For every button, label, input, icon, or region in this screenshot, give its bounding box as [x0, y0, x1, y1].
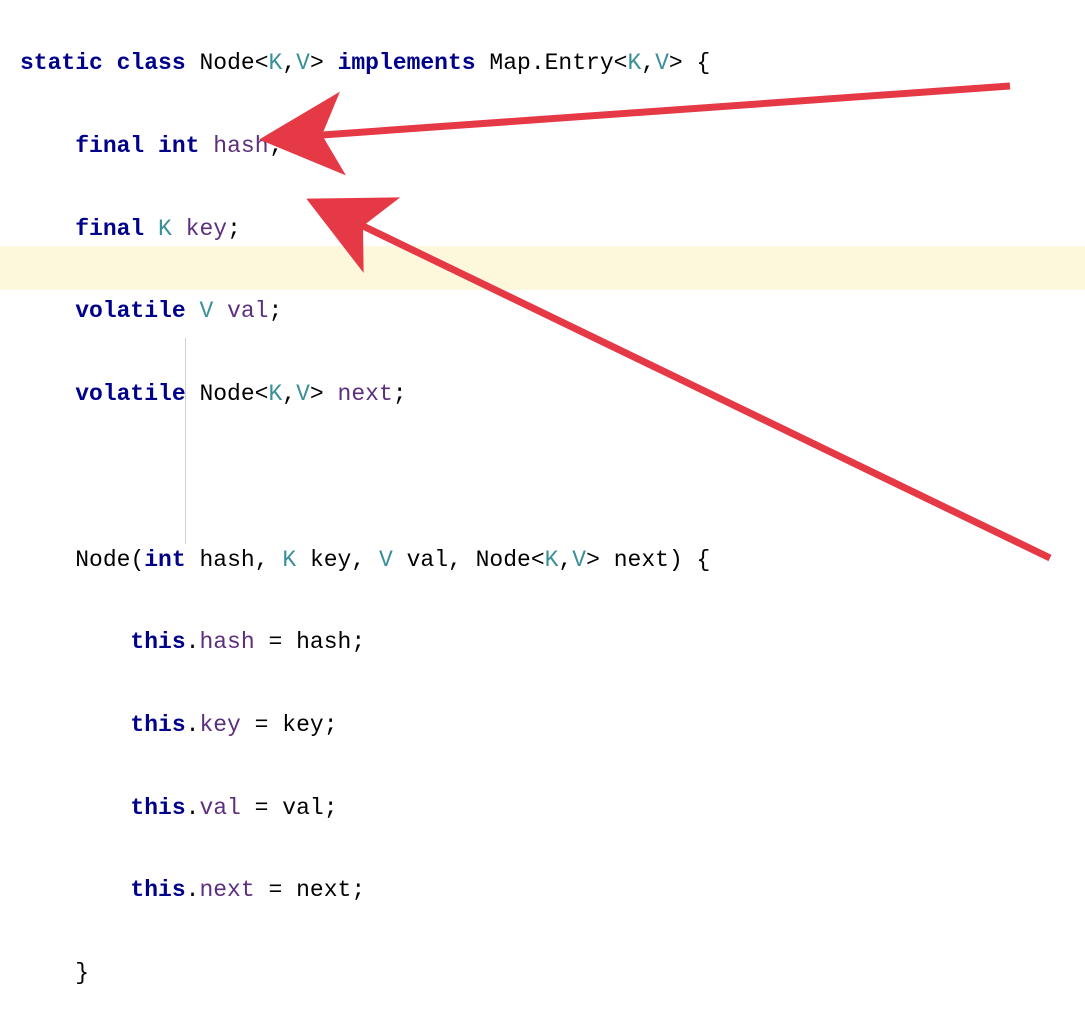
keyword-this: this: [130, 795, 185, 821]
angle-open: <: [255, 381, 269, 407]
semicolon: ;: [324, 795, 338, 821]
type-param-V: V: [296, 50, 310, 76]
code-line-10: this.val = val;: [20, 788, 1085, 829]
constructor-name: Node: [75, 547, 130, 573]
var-val: val: [282, 795, 323, 821]
field-val: val: [227, 298, 268, 324]
field-ref-next: next: [199, 877, 254, 903]
var-next: next: [296, 877, 351, 903]
param-val: val: [407, 547, 448, 573]
keyword-static: static: [20, 50, 103, 76]
keyword-final: final: [75, 133, 144, 159]
type-V: V: [379, 547, 393, 573]
comma-sep: ,: [255, 547, 283, 573]
semicolon: ;: [351, 877, 365, 903]
paren-close: ): [669, 547, 683, 573]
keyword-class: class: [117, 50, 186, 76]
dot: .: [186, 795, 200, 821]
type-param-V: V: [296, 381, 310, 407]
code-line-9: this.key = key;: [20, 705, 1085, 746]
code-line-7: Node(int hash, K key, V val, Node<K,V> n…: [20, 540, 1085, 581]
keyword-int: int: [144, 547, 185, 573]
equals: =: [255, 877, 296, 903]
dot: .: [186, 629, 200, 655]
code-line-4: volatile V val;: [20, 291, 1085, 332]
code-line-11: this.next = next;: [20, 870, 1085, 911]
brace-close: }: [75, 960, 89, 986]
equals: =: [241, 795, 282, 821]
field-hash: hash: [213, 133, 268, 159]
code-line-1: static class Node<K,V> implements Map.En…: [20, 43, 1085, 84]
comma-sep: ,: [448, 547, 476, 573]
dot: .: [186, 712, 200, 738]
code-line-12: }: [20, 953, 1085, 994]
code-line-8: this.hash = hash;: [20, 622, 1085, 663]
type-param-K: K: [627, 50, 641, 76]
semicolon: ;: [269, 133, 283, 159]
equals: =: [241, 712, 282, 738]
angle-open: <: [531, 547, 545, 573]
keyword-this: this: [130, 629, 185, 655]
type-node: Node: [476, 547, 531, 573]
field-key: key: [186, 216, 227, 242]
keyword-this: this: [130, 712, 185, 738]
angle-close: >: [669, 50, 683, 76]
semicolon: ;: [227, 216, 241, 242]
code-line-blank: [20, 457, 1085, 498]
code-line-5: volatile Node<K,V> next;: [20, 374, 1085, 415]
brace: {: [683, 547, 711, 573]
keyword-this: this: [130, 877, 185, 903]
comma: ,: [282, 381, 296, 407]
keyword-volatile: volatile: [75, 298, 185, 324]
class-name: Node: [199, 50, 254, 76]
paren-open: (: [130, 547, 144, 573]
keyword-volatile: volatile: [75, 381, 185, 407]
type-param-K: K: [268, 381, 282, 407]
type-K: K: [158, 216, 172, 242]
angle-close: >: [310, 381, 324, 407]
semicolon: ;: [269, 298, 283, 324]
type-param-K: K: [545, 547, 559, 573]
dot: .: [186, 877, 200, 903]
field-ref-val: val: [199, 795, 240, 821]
type-K: K: [282, 547, 296, 573]
comma: ,: [641, 50, 655, 76]
keyword-final: final: [75, 216, 144, 242]
angle-close: >: [310, 50, 324, 76]
comma: ,: [558, 547, 572, 573]
interface-name: Map.Entry: [489, 50, 613, 76]
field-ref-key: key: [199, 712, 240, 738]
field-next: next: [338, 381, 393, 407]
code-block: static class Node<K,V> implements Map.En…: [0, 0, 1085, 1036]
comma-sep: ,: [351, 547, 379, 573]
param-next: next: [614, 547, 669, 573]
param-hash: hash: [199, 547, 254, 573]
angle-open: <: [255, 50, 269, 76]
keyword-implements: implements: [338, 50, 476, 76]
angle-close: >: [586, 547, 600, 573]
semicolon: ;: [351, 629, 365, 655]
var-key: key: [282, 712, 323, 738]
var-hash: hash: [296, 629, 351, 655]
type-node: Node: [199, 381, 254, 407]
param-key: key: [310, 547, 351, 573]
semicolon: ;: [393, 381, 407, 407]
type-param-V: V: [572, 547, 586, 573]
brace: {: [683, 50, 711, 76]
type-V: V: [199, 298, 213, 324]
code-line-3: final K key;: [20, 209, 1085, 250]
semicolon: ;: [324, 712, 338, 738]
angle-open: <: [614, 50, 628, 76]
type-param-K: K: [269, 50, 283, 76]
field-ref-hash: hash: [199, 629, 254, 655]
equals: =: [255, 629, 296, 655]
type-param-V: V: [655, 50, 669, 76]
code-line-2: final int hash;: [20, 126, 1085, 167]
keyword-int: int: [158, 133, 199, 159]
comma: ,: [282, 50, 296, 76]
